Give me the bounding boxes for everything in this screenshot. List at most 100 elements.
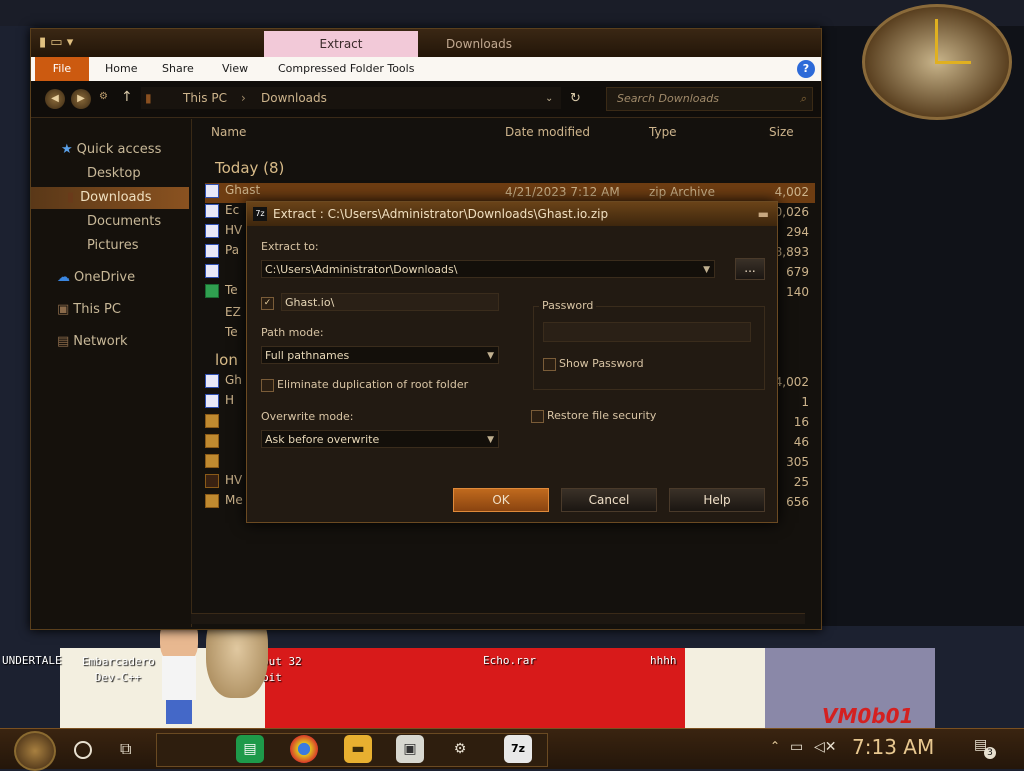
dialog-titlebar: 7z Extract : C:\Users\Administrator\Down… <box>247 202 777 226</box>
file-size: 8,893 <box>774 245 809 259</box>
start-button[interactable] <box>14 731 56 771</box>
nav-label: Quick access <box>76 142 162 157</box>
nav-documents[interactable]: Documents <box>31 211 189 233</box>
cancel-button[interactable]: Cancel <box>561 488 657 512</box>
file-size: 140 <box>786 285 809 299</box>
group-header-long-ago[interactable]: lon <box>215 351 238 369</box>
search-icon: ⌕ <box>799 92 806 105</box>
extract-dialog: 7z Extract : C:\Users\Administrator\Down… <box>246 201 778 523</box>
cloud-icon: ☁ <box>57 270 70 285</box>
tab-extract[interactable]: Extract <box>264 31 418 57</box>
notification-center-icon[interactable]: ▤ 3 <box>974 737 996 759</box>
tab-downloads[interactable]: Downloads <box>419 31 539 57</box>
search-input[interactable]: Search Downloads ⌕ <box>606 87 813 111</box>
file-name: H <box>225 393 235 407</box>
nav-quick-access[interactable]: ★ Quick access <box>31 139 189 161</box>
show-hidden-icons-icon[interactable]: ⌃ <box>770 739 780 753</box>
text-file-icon <box>205 283 219 298</box>
ok-button[interactable]: OK <box>453 488 549 512</box>
photo-app-icon[interactable]: ▣ <box>396 735 424 763</box>
file-size: 656 <box>786 495 809 509</box>
close-icon[interactable]: ▬ <box>758 202 769 226</box>
folder-icon <box>205 453 219 468</box>
file-row[interactable]: Ghast 4/21/2023 7:12 AM zip Archive 4,00… <box>205 183 815 203</box>
eliminate-root-label: Eliminate duplication of root folder <box>277 378 469 391</box>
group-header-today[interactable]: Today (8) <box>215 159 284 177</box>
up-arrow-icon[interactable]: ↑ <box>121 89 133 105</box>
file-date: 4/21/2023 7:12 AM <box>505 185 620 199</box>
recent-locations-icon[interactable]: ⚙ <box>99 91 108 102</box>
nav-desktop[interactable]: Desktop <box>31 163 189 185</box>
explorer-titlebar: ▮ ▭ ▾ Extract Downloads <box>31 29 821 57</box>
column-date-modified[interactable]: Date modified <box>505 125 590 139</box>
file-icon <box>205 393 219 408</box>
ribbon-compressed-tab[interactable]: Compressed Folder Tools <box>278 62 414 75</box>
show-password-checkbox[interactable] <box>543 358 556 371</box>
subfolder-input[interactable]: Ghast.io\ <box>281 293 499 311</box>
nav-this-pc[interactable]: ▣ This PC <box>31 299 189 321</box>
column-type[interactable]: Type <box>649 125 677 139</box>
restore-security-label: Restore file security <box>547 409 657 422</box>
extract-to-combo[interactable]: C:\Users\Administrator\Downloads\ ▼ <box>261 260 715 278</box>
sheets-app-icon[interactable]: ▤ <box>236 735 264 763</box>
forward-icon[interactable]: ▶ <box>71 89 91 109</box>
file-type: zip Archive <box>649 185 715 199</box>
path-mode-select[interactable]: Full pathnames ▼ <box>261 346 499 364</box>
help-button[interactable]: Help <box>669 488 765 512</box>
zip-file-icon <box>205 373 219 388</box>
nav-label: Desktop <box>87 166 141 181</box>
ribbon-file-tab[interactable]: File <box>35 57 89 81</box>
search-circle-icon[interactable] <box>74 741 92 759</box>
ribbon-home-tab[interactable]: Home <box>105 62 137 75</box>
address-field[interactable]: ▮ This PC › Downloads <box>141 87 561 109</box>
desktop-icon-hhhh[interactable]: hhhh <box>650 654 677 667</box>
breadcrumb-downloads[interactable]: Downloads <box>261 87 327 109</box>
7zip-app-icon[interactable]: 7z <box>504 735 532 763</box>
desktop-icon-but32[interactable]: but 32 bit <box>262 654 322 686</box>
file-size: 294 <box>786 225 809 239</box>
password-input[interactable] <box>543 322 751 342</box>
extract-to-label: Extract to: <box>261 240 319 253</box>
zip-file-icon <box>205 183 219 198</box>
desktop-icon-undertale[interactable]: UNDERTALE <box>2 654 62 667</box>
task-view-icon[interactable]: ⧉ <box>120 739 131 759</box>
nav-label: Documents <box>87 214 162 229</box>
horizontal-scrollbar[interactable] <box>191 613 805 624</box>
chrome-app-icon[interactable] <box>290 735 318 763</box>
breadcrumb-separator-icon: › <box>241 91 246 105</box>
file-size: 305 <box>786 455 809 469</box>
folder-icon <box>205 413 219 428</box>
overwrite-mode-select[interactable]: Ask before overwrite ▼ <box>261 430 499 448</box>
volume-muted-icon[interactable]: ◁✕ <box>814 739 837 755</box>
address-dropdown-icon[interactable]: ⌄ <box>545 93 553 104</box>
browse-button[interactable]: ... <box>735 258 765 280</box>
refresh-icon[interactable]: ↻ <box>570 91 581 106</box>
restore-security-checkbox[interactable] <box>531 410 544 423</box>
desktop-icon-echo-rar[interactable]: Echo.rar <box>483 654 536 667</box>
taskbar-clock[interactable]: 7:13 AM <box>852 735 934 759</box>
network-status-icon[interactable]: ▭ <box>790 739 803 755</box>
file-name: Te <box>225 325 238 339</box>
file-name: Me <box>225 493 243 507</box>
subfolder-checkbox[interactable]: ✓ <box>261 297 274 310</box>
nav-onedrive[interactable]: ☁ OneDrive <box>31 267 189 289</box>
column-name[interactable]: Name <box>211 125 246 139</box>
desktop-icon-devcpp[interactable]: Embarcadero Dev-C++ <box>82 654 155 686</box>
nav-label: Network <box>73 334 128 349</box>
breadcrumb-this-pc[interactable]: This PC <box>183 87 227 109</box>
ribbon-share-tab[interactable]: Share <box>162 62 194 75</box>
notification-count-badge: 3 <box>984 747 996 759</box>
computer-icon: ▣ <box>57 302 70 317</box>
help-icon[interactable]: ? <box>797 60 815 78</box>
column-size[interactable]: Size <box>769 125 794 139</box>
file-explorer-app-icon[interactable]: ▬ <box>344 735 372 763</box>
nav-downloads[interactable]: ▮ Downloads <box>31 187 189 209</box>
eliminate-root-checkbox[interactable] <box>261 379 274 392</box>
file-size: 4,002 <box>774 375 809 389</box>
nav-network[interactable]: ▤ Network <box>31 331 189 353</box>
steam-app-icon[interactable]: ⚙ <box>446 735 474 763</box>
nav-pictures[interactable]: Pictures <box>31 235 189 257</box>
back-icon[interactable]: ◀ <box>45 89 65 109</box>
file-name: HV <box>225 473 243 487</box>
ribbon-view-tab[interactable]: View <box>222 62 248 75</box>
